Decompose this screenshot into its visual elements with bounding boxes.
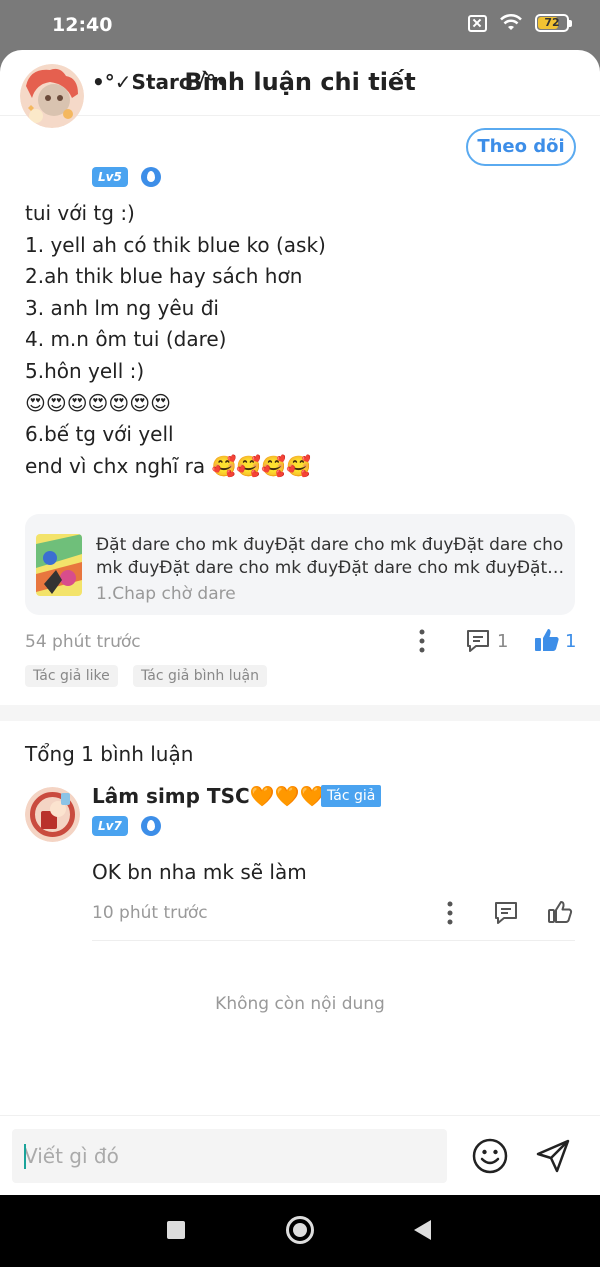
follow-button[interactable]: Theo dõi (466, 128, 576, 166)
post-line: 4. m.n ôm tui (dare) (25, 327, 227, 352)
chapter-thumbnail (36, 534, 82, 596)
more-vertical-icon (447, 901, 453, 925)
chapter-card[interactable]: Đặt dare cho mk đuyĐặt dare cho mk đuyĐặ… (25, 514, 575, 615)
chapter-title: Đặt dare cho mk đuyĐặt dare cho mk đuyĐặ… (96, 535, 566, 578)
battery-level: 72 (544, 16, 560, 29)
reply-button[interactable] (493, 900, 519, 930)
nav-back-button[interactable] (414, 1220, 431, 1240)
comment-like-button[interactable] (547, 899, 573, 929)
comment-time: 10 phút trước (92, 903, 208, 923)
home-button[interactable] (286, 1216, 314, 1244)
post-line: 5.hôn yell :) (25, 358, 145, 383)
detail-sheet: Bình luận chi tiết •°✓Staro√°• Lv5 Theo … (0, 50, 600, 1195)
author-commented-tag: Tác giả bình luận (133, 665, 267, 687)
level-badge: Lv5 (92, 167, 128, 187)
send-button[interactable] (535, 1138, 571, 1178)
comment-button[interactable] (465, 628, 491, 658)
comment-input[interactable] (12, 1129, 447, 1183)
level-badge: Lv7 (92, 816, 128, 836)
comment-input-bar (0, 1115, 600, 1195)
wifi-icon (500, 14, 522, 30)
recent-apps-button[interactable] (167, 1221, 185, 1239)
status-time: 12:40 (52, 14, 113, 36)
text-cursor (24, 1144, 26, 1169)
comment-total: Tổng 1 bình luận (25, 742, 194, 766)
post-line: tui với tg :) (25, 201, 135, 225)
post-line: 1. yell ah có thik blue ko (ask) (25, 232, 326, 257)
post-line: 6.bế tg với yell (25, 422, 174, 447)
comment-separator (92, 940, 575, 941)
status-icons: 72 (468, 14, 572, 32)
post-time: 54 phút trước (25, 632, 141, 652)
comment-more-button[interactable] (438, 900, 462, 930)
like-count: 1 (565, 631, 577, 652)
author-badge: Tác giả (321, 785, 382, 807)
status-bar: 12:40 72 (0, 0, 600, 50)
comment-text: OK bn nha mk sẽ làm (92, 860, 307, 884)
system-nav-bar (0, 1195, 600, 1267)
end-of-content: Không còn nội dung (215, 994, 385, 1014)
post-line: 3. anh lm ng yêu đi (25, 295, 219, 320)
post-body: tui với tg :) 1. yell ah có thik blue ko… (25, 198, 575, 482)
send-icon (536, 1139, 570, 1173)
vip-gem-icon (141, 167, 161, 187)
vip-gem-icon (141, 816, 161, 836)
battery-icon: 72 (535, 14, 572, 32)
author-avatar[interactable] (20, 64, 84, 128)
commenter-avatar[interactable] (25, 787, 80, 842)
comment-icon (495, 902, 517, 924)
author-name[interactable]: •°✓Staro√°• (92, 70, 229, 94)
chapter-subtitle: 1.Chap chờ dare (96, 584, 236, 604)
thumbs-up-outline-icon (548, 901, 573, 923)
section-divider (0, 705, 600, 721)
no-sim-icon (468, 14, 487, 32)
comment-icon (467, 630, 489, 652)
more-options-button[interactable] (410, 628, 434, 658)
emoji-icon (472, 1138, 508, 1174)
author-liked-tag: Tác giả like (25, 665, 118, 687)
post-line: end vì chx nghĩ ra 🥰🥰🥰🥰 (25, 453, 312, 478)
like-button[interactable] (534, 627, 560, 657)
commenter-name[interactable]: Lâm simp TSC🧡🧡🧡 (92, 784, 324, 808)
page-title: Bình luận chi tiết (184, 68, 416, 96)
more-vertical-icon (419, 629, 425, 653)
post-line: 😍😍😍😍😍😍😍 (25, 390, 171, 415)
post-line: 2.ah thik blue hay sách hơn (25, 264, 303, 289)
header: Bình luận chi tiết (0, 50, 600, 116)
emoji-button[interactable] (472, 1138, 508, 1178)
comment-count: 1 (497, 631, 509, 652)
thumbs-up-icon (535, 629, 559, 651)
